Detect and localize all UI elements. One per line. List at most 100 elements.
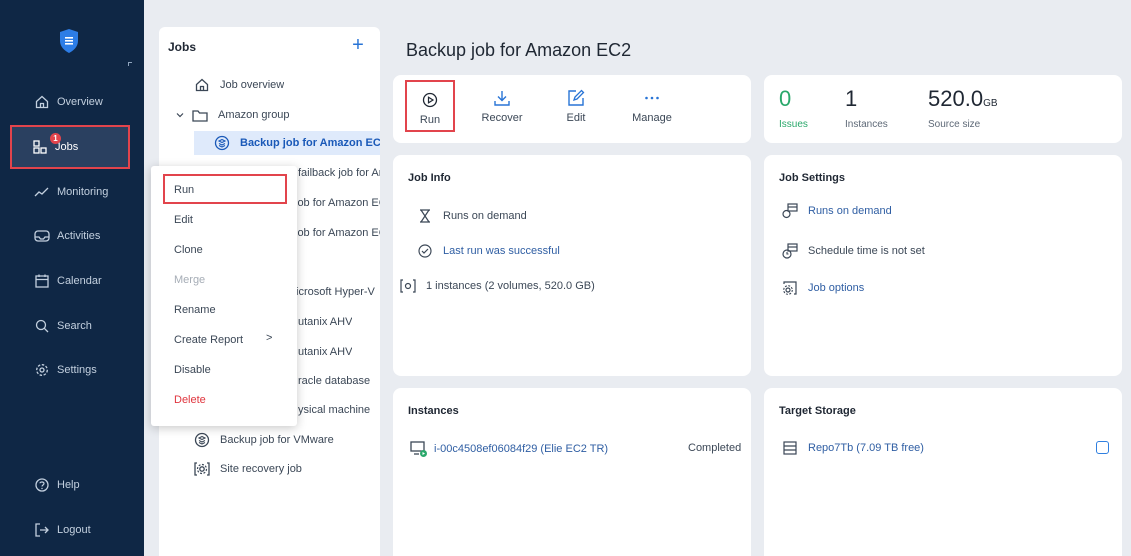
storage-name-link[interactable]: Repo7Tb (7.09 TB free) (808, 442, 924, 454)
tree-item-site-recovery[interactable]: Site recovery job (194, 461, 302, 477)
job-settings-schedule-time: Schedule time is not set (782, 243, 925, 259)
tree-item-label: utanix AHV (298, 316, 353, 328)
storage-icon (782, 440, 798, 456)
nav-settings-label: Settings (57, 364, 97, 376)
instances-icon (400, 278, 416, 294)
run-button[interactable]: Run (400, 90, 460, 126)
tree-item-amazon-group[interactable]: Amazon group (172, 107, 290, 123)
schedule-time-icon (782, 243, 798, 259)
nav-activities[interactable]: Activities (0, 214, 144, 258)
home-icon (34, 94, 50, 110)
tree-item-ec2-job-3[interactable]: job for Amazon EC (295, 227, 380, 239)
job-info-schedule: Runs on demand (417, 208, 527, 224)
context-menu-create-report[interactable]: Create Report (174, 334, 243, 346)
nav-overview[interactable]: Overview (0, 80, 144, 124)
run-button-label: Run (419, 114, 441, 126)
tree-item-backup-job-ec2[interactable]: Backup job for Amazon EC2 (214, 135, 380, 151)
recover-button[interactable]: Recover (472, 88, 532, 124)
job-info-last-run: Last run was successful (417, 243, 560, 259)
nav-calendar-label: Calendar (57, 275, 102, 287)
context-menu-disable[interactable]: Disable (174, 364, 211, 376)
nav-settings[interactable]: Settings (0, 348, 144, 392)
instances-label: Instances (845, 119, 888, 130)
nav-help[interactable]: Help (0, 463, 144, 507)
job-settings-schedule-link[interactable]: Runs on demand (808, 205, 892, 217)
nav-help-label: Help (57, 479, 80, 491)
help-icon (34, 477, 50, 493)
collapse-marker-icon[interactable] (128, 62, 132, 66)
folder-icon (192, 107, 208, 123)
ec2-instance-icon (410, 440, 428, 458)
hourglass-icon (417, 208, 433, 224)
nav-activities-label: Activities (57, 230, 101, 242)
nav-search-label: Search (57, 320, 92, 332)
job-settings-card (764, 155, 1122, 376)
tree-item-label: ysical machine (298, 404, 371, 416)
nav-overview-label: Overview (57, 96, 103, 108)
activities-icon (34, 228, 50, 244)
download-icon (472, 88, 532, 108)
instance-name-link[interactable]: i-00c4508ef06084f29 (Elie EC2 TR) (434, 443, 608, 455)
job-info-instances-text: 1 instances (2 volumes, 520.0 GB) (426, 280, 595, 292)
source-size-value: 520.0GB (928, 86, 998, 112)
issues-count[interactable]: 0 (779, 86, 791, 112)
nav-jobs[interactable]: 1 Jobs (10, 125, 130, 169)
tree-item-label: Site recovery job (220, 463, 302, 475)
tree-item-physical-machine[interactable]: ysical machine (298, 404, 370, 416)
sidebar: Overview 1 Jobs Monitoring Activities Ca… (0, 0, 144, 556)
job-options-link[interactable]: Job options (808, 282, 864, 294)
context-menu-run[interactable]: Run (174, 184, 194, 196)
backup-job-icon (214, 135, 230, 151)
chevron-right-icon: > (266, 332, 273, 344)
context-menu-delete[interactable]: Delete (174, 394, 206, 406)
more-dots-icon (622, 88, 682, 108)
schedule-icon (782, 203, 798, 219)
source-size-number: 520.0 (928, 86, 984, 111)
tree-item-label: failback job for Am (298, 167, 380, 179)
tree-item-hyper-v[interactable]: icrosoft Hyper-V (296, 286, 375, 298)
context-menu-rename[interactable]: Rename (174, 304, 216, 316)
instances-count: 1 (845, 86, 858, 111)
job-settings-title: Job Settings (779, 172, 846, 184)
tree-item-label: job for Amazon EC (295, 227, 380, 239)
context-menu-clone[interactable]: Clone (174, 244, 203, 256)
context-menu-edit[interactable]: Edit (174, 214, 193, 226)
issues-label[interactable]: Issues (779, 119, 808, 130)
add-job-button[interactable]: + (350, 35, 366, 55)
job-info-card (393, 155, 751, 376)
job-options-icon (782, 280, 798, 296)
target-storage-title: Target Storage (779, 405, 856, 417)
check-circle-icon (417, 243, 433, 259)
nav-search[interactable]: Search (0, 304, 144, 348)
edit-button[interactable]: Edit (546, 88, 606, 124)
tree-item-failback-job[interactable]: failback job for Am (298, 167, 380, 179)
tree-item-label: job for Amazon EC (295, 197, 380, 209)
tree-item-oracle[interactable]: racle database (298, 375, 370, 387)
shield-logo-icon (60, 29, 78, 53)
recover-button-label: Recover (481, 112, 523, 124)
nav-calendar[interactable]: Calendar (0, 259, 144, 303)
nav-monitoring-label: Monitoring (57, 186, 109, 198)
storage-checkbox[interactable] (1096, 441, 1109, 454)
page-title: Backup job for Amazon EC2 (406, 40, 632, 60)
play-circle-icon (400, 90, 460, 110)
tree-item-ec2-job-2[interactable]: job for Amazon EC (295, 197, 380, 209)
search-icon (34, 318, 50, 334)
jobs-grid-icon (32, 139, 48, 155)
nav-monitoring[interactable]: Monitoring (0, 170, 144, 214)
source-size-unit: GB (983, 98, 998, 109)
tree-item-label: Amazon group (218, 109, 290, 121)
manage-button[interactable]: Manage (622, 88, 682, 124)
last-run-link[interactable]: Last run was successful (443, 245, 560, 257)
tree-item-job-overview[interactable]: Job overview (194, 77, 284, 93)
nav-logout[interactable]: Logout (0, 508, 144, 552)
tree-item-vmware-job[interactable]: Backup job for VMware (194, 432, 334, 448)
edit-button-label: Edit (566, 112, 586, 124)
job-settings-schedule-time-text: Schedule time is not set (808, 245, 925, 257)
source-size-label: Source size (928, 119, 981, 130)
chevron-down-icon[interactable] (172, 107, 188, 123)
context-menu-merge: Merge (174, 274, 206, 286)
tree-item-nutanix-2[interactable]: utanix AHV (298, 346, 352, 358)
tree-item-nutanix-1[interactable]: utanix AHV (298, 316, 352, 328)
jobs-panel-title: Jobs (168, 40, 197, 54)
